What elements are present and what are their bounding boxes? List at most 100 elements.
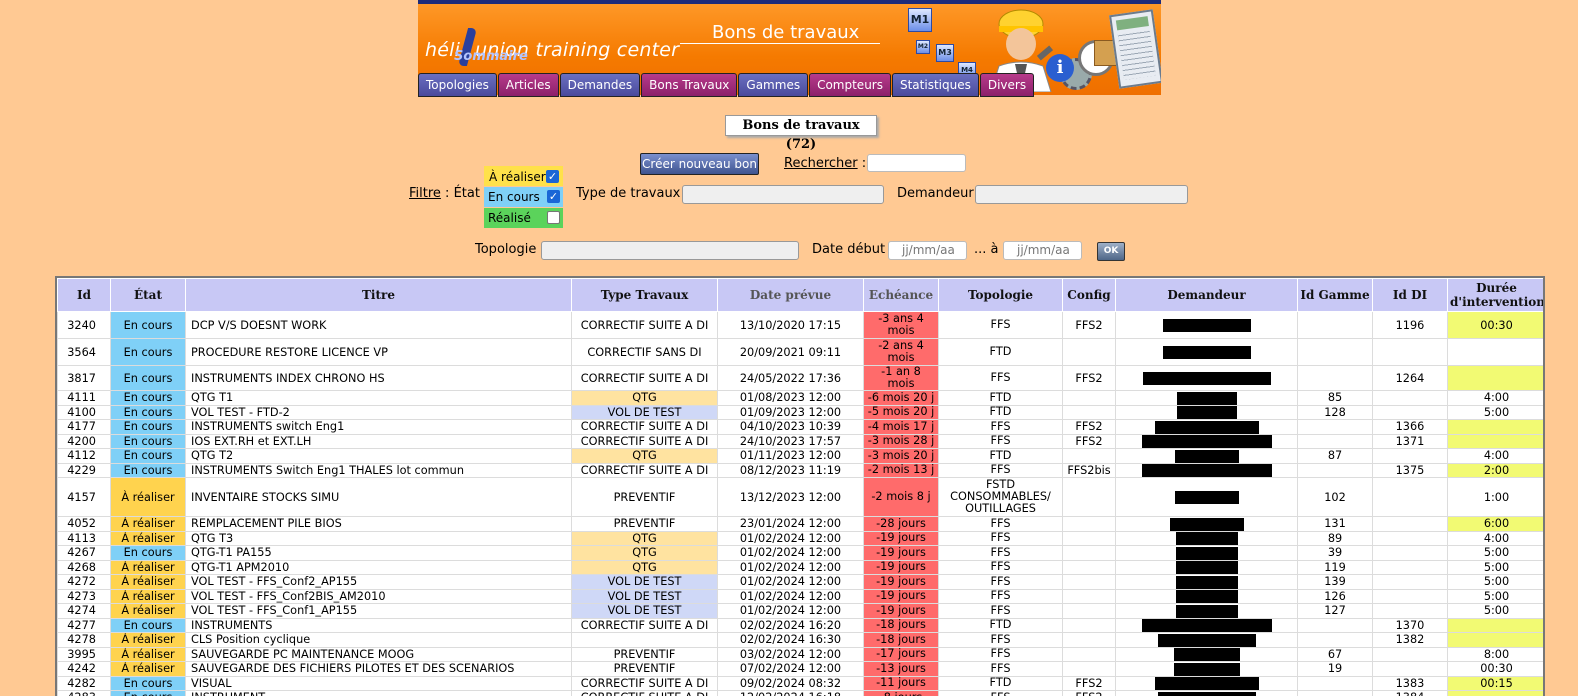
- table-row[interactable]: 4272À réaliserVOL TEST - FFS_Conf2_AP155…: [58, 575, 1546, 590]
- redacted-name: [1176, 576, 1238, 589]
- cell-id[interactable]: 4111: [58, 391, 111, 406]
- state-en-cours[interactable]: En cours ✓: [484, 187, 563, 207]
- cell-id[interactable]: 3564: [58, 339, 111, 366]
- cell-id[interactable]: 4278: [58, 633, 111, 648]
- table-row[interactable]: 3817En coursINSTRUMENTS INDEX CHRONO HSC…: [58, 366, 1546, 391]
- cell-echeance: -19 jours: [864, 531, 939, 546]
- state-a-realiser-checkbox[interactable]: ✓: [546, 170, 559, 183]
- table-row[interactable]: 4282En coursVISUALCORRECTIF SUITE A DI09…: [58, 676, 1546, 691]
- col-id-gamme[interactable]: Id Gamme: [1298, 279, 1373, 312]
- redacted-name: [1176, 532, 1238, 545]
- cell-id-gamme: [1298, 434, 1373, 449]
- table-row[interactable]: 4100En coursVOL TEST - FTD-2VOL DE TEST0…: [58, 405, 1546, 420]
- filter-link[interactable]: Filtre: [409, 186, 441, 201]
- table-row[interactable]: 3564En coursPROCEDURE RESTORE LICENCE VP…: [58, 339, 1546, 366]
- state-en-cours-checkbox[interactable]: ✓: [547, 190, 560, 203]
- nav-bons-travaux[interactable]: Bons Travaux: [641, 73, 737, 97]
- cell-id[interactable]: 4273: [58, 589, 111, 604]
- cell-id[interactable]: 3240: [58, 312, 111, 339]
- col-type[interactable]: Type Travaux: [572, 279, 718, 312]
- cell-id[interactable]: 4282: [58, 676, 111, 691]
- cell-topologie: FTD: [939, 339, 1063, 366]
- table-row[interactable]: 4277En coursINSTRUMENTSCORRECTIF SUITE A…: [58, 618, 1546, 633]
- table-row[interactable]: 4157À réaliserINVENTAIRE STOCKS SIMUPREV…: [58, 478, 1546, 517]
- nav-statistiques[interactable]: Statistiques: [892, 73, 979, 97]
- cell-id[interactable]: 4242: [58, 662, 111, 677]
- col-date[interactable]: Date prévue: [718, 279, 864, 312]
- table-row[interactable]: 4267En coursQTG-T1 PA155QTG01/02/2024 12…: [58, 546, 1546, 561]
- cell-config: FFS2: [1063, 312, 1116, 339]
- search-link[interactable]: Rechercher: [784, 156, 858, 171]
- sommaire-link[interactable]: Sommaire: [454, 49, 528, 64]
- state-realise-checkbox[interactable]: [547, 211, 560, 224]
- cell-echeance: -19 jours: [864, 575, 939, 590]
- state-realise[interactable]: Réalisé: [484, 208, 563, 228]
- cell-id[interactable]: 4112: [58, 449, 111, 464]
- search-input[interactable]: [867, 154, 966, 172]
- state-a-realiser[interactable]: À réaliser ✓: [484, 166, 563, 186]
- cell-id[interactable]: 4229: [58, 463, 111, 478]
- nav-demandes[interactable]: Demandes: [560, 73, 641, 97]
- table-row[interactable]: 4177En coursINSTRUMENTS switch Eng1CORRE…: [58, 420, 1546, 435]
- cell-demandeur: [1116, 405, 1298, 420]
- demandeur-select[interactable]: [975, 185, 1188, 204]
- date-to-input[interactable]: jj/mm/aa: [1003, 241, 1082, 260]
- cell-duree: 00:30: [1448, 312, 1546, 339]
- table-row[interactable]: 3995À réaliserSAUVEGARDE PC MAINTENANCE …: [58, 647, 1546, 662]
- cell-id[interactable]: 4177: [58, 420, 111, 435]
- nav-gammes[interactable]: Gammes: [738, 73, 808, 97]
- cell-echeance: -19 jours: [864, 560, 939, 575]
- cell-id[interactable]: 4283: [58, 691, 111, 696]
- table-row[interactable]: 3240En coursDCP V/S DOESNT WORKCORRECTIF…: [58, 312, 1546, 339]
- cell-date: 24/05/2022 17:36: [718, 366, 864, 391]
- table-row[interactable]: 4283En coursINSTRUMENTCORRECTIF SUITE A …: [58, 691, 1546, 696]
- cell-id-di: [1373, 647, 1448, 662]
- cell-id[interactable]: 3995: [58, 647, 111, 662]
- col-id[interactable]: Id: [58, 279, 111, 312]
- cell-topologie: FFS: [939, 463, 1063, 478]
- table-row[interactable]: 4113À réaliserQTG T3QTG01/02/2024 12:00-…: [58, 531, 1546, 546]
- table-row[interactable]: 4273À réaliserVOL TEST - FFS_Conf2BIS_AM…: [58, 589, 1546, 604]
- col-config[interactable]: Config: [1063, 279, 1116, 312]
- col-demandeur[interactable]: Demandeur: [1116, 279, 1298, 312]
- nav-divers[interactable]: Divers: [980, 73, 1034, 97]
- cell-id-gamme: 89: [1298, 531, 1373, 546]
- cell-id[interactable]: 4100: [58, 405, 111, 420]
- table-row[interactable]: 4278À réaliserCLS Position cyclique02/02…: [58, 633, 1546, 648]
- col-id-di[interactable]: Id DI: [1373, 279, 1448, 312]
- table-row[interactable]: 4200En coursIOS EXT.RH et EXT.LHCORRECTI…: [58, 434, 1546, 449]
- nav-compteurs[interactable]: Compteurs: [809, 73, 891, 97]
- col-duree[interactable]: Durée d'intervention: [1448, 279, 1546, 312]
- table-row[interactable]: 4268À réaliserQTG-T1 APM2010QTG01/02/202…: [58, 560, 1546, 575]
- ok-button[interactable]: OK: [1097, 242, 1125, 261]
- cell-titre: DCP V/S DOESNT WORK: [186, 312, 572, 339]
- col-etat[interactable]: État: [111, 279, 186, 312]
- cell-id[interactable]: 4267: [58, 546, 111, 561]
- cell-id[interactable]: 4272: [58, 575, 111, 590]
- table-row[interactable]: 4274À réaliserVOL TEST - FFS_Conf1_AP155…: [58, 604, 1546, 619]
- table-row[interactable]: 4112En coursQTG T2QTG01/11/2023 12:00-3 …: [58, 449, 1546, 464]
- cell-id[interactable]: 4277: [58, 618, 111, 633]
- topologie-select[interactable]: [541, 241, 799, 260]
- cell-id[interactable]: 4052: [58, 517, 111, 532]
- cell-id[interactable]: 3817: [58, 366, 111, 391]
- cell-id[interactable]: 4268: [58, 560, 111, 575]
- redacted-name: [1155, 421, 1259, 434]
- table-row[interactable]: 4242À réaliserSAUVEGARDE DES FICHIERS PI…: [58, 662, 1546, 677]
- cell-id[interactable]: 4274: [58, 604, 111, 619]
- cell-id[interactable]: 4157: [58, 478, 111, 517]
- table-row[interactable]: 4111En coursQTG T1QTG01/08/2023 12:00-6 …: [58, 391, 1546, 406]
- table-row[interactable]: 4052À réaliserREMPLACEMENT PILE BIOSPREV…: [58, 517, 1546, 532]
- spreadsheet-icon: [1109, 9, 1161, 88]
- cell-id[interactable]: 4113: [58, 531, 111, 546]
- cell-id[interactable]: 4200: [58, 434, 111, 449]
- table-row[interactable]: 4229En coursINSTRUMENTS Switch Eng1 THAL…: [58, 463, 1546, 478]
- nav-articles[interactable]: Articles: [498, 73, 559, 97]
- col-echeance[interactable]: Echéance: [864, 279, 939, 312]
- col-titre[interactable]: Titre: [186, 279, 572, 312]
- date-from-input[interactable]: jj/mm/aa: [888, 241, 967, 260]
- col-topologie[interactable]: Topologie: [939, 279, 1063, 312]
- create-new-button[interactable]: Créer nouveau bon: [640, 153, 759, 175]
- nav-topologies[interactable]: Topologies: [418, 73, 497, 97]
- type-select[interactable]: [682, 185, 884, 204]
